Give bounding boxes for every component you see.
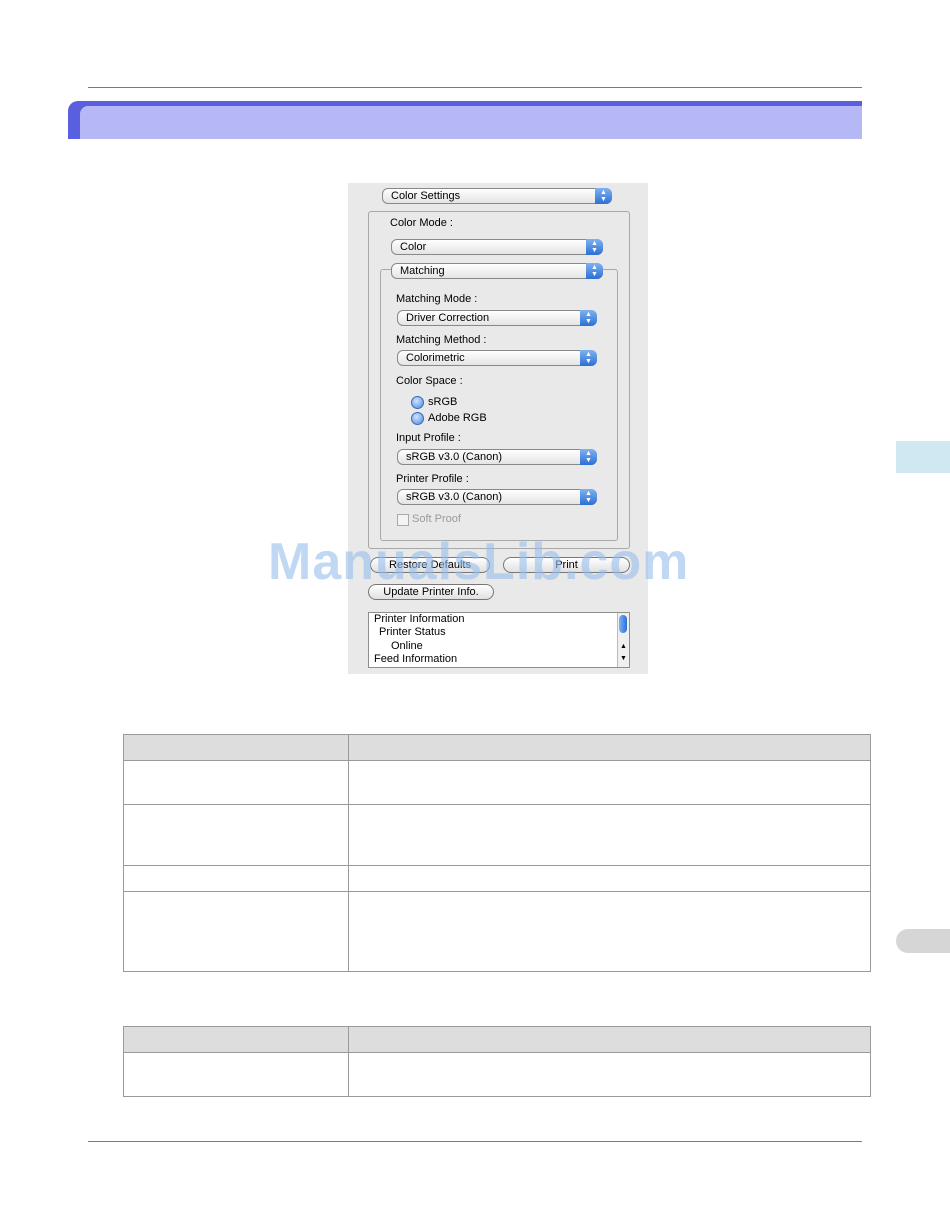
radio-srgb-label: sRGB — [428, 396, 458, 408]
table-header-cell — [348, 1026, 871, 1053]
scroll-up-icon[interactable]: ▲ — [618, 643, 629, 650]
color-mode-value: Color — [400, 241, 427, 253]
footer-rule — [88, 1141, 862, 1142]
input-profile-label: Input Profile : — [396, 432, 461, 444]
table-row — [123, 865, 871, 892]
scroll-down-icon[interactable]: ▼ — [618, 655, 629, 662]
table-header-cell — [123, 734, 349, 761]
matching-mode-label: Matching Mode : — [396, 293, 478, 305]
settings-table-2 — [123, 1026, 871, 1097]
table-row — [123, 760, 871, 805]
list-item[interactable]: Online — [391, 640, 423, 652]
list-item[interactable]: Printer Status — [379, 626, 446, 638]
list-item[interactable]: Printer Information — [374, 613, 464, 625]
radio-srgb[interactable] — [411, 396, 424, 409]
table-header-cell — [123, 1026, 349, 1053]
section-banner-inner — [80, 106, 862, 139]
matching-mode-value: Driver Correction — [406, 312, 490, 324]
panel-popup-label: Color Settings — [391, 190, 461, 202]
color-settings-dialog: Color Settings ▲ ▼ Color Mode : Color ▲ ▼ … — [348, 183, 648, 674]
updown-arrows-icon: ▲ ▼ — [595, 188, 612, 204]
matching-method-value: Colorimetric — [406, 352, 465, 364]
table-cell — [348, 891, 871, 972]
matching-popup[interactable]: Matching ▲ ▼ — [391, 263, 603, 279]
radio-adobe-rgb-label: Adobe RGB — [428, 412, 487, 424]
table-cell — [348, 760, 871, 805]
watermark: ManualsLib.com — [268, 533, 690, 591]
matching-mode-popup[interactable]: Driver Correction ▲ ▼ — [397, 310, 597, 326]
table-cell — [123, 1052, 349, 1097]
table-header-row — [123, 1026, 871, 1053]
table-cell — [123, 804, 349, 866]
side-tab-chapter[interactable] — [896, 441, 950, 473]
input-profile-popup[interactable]: sRGB v3.0 (Canon) ▲ ▼ — [397, 449, 597, 465]
table-header-cell — [348, 734, 871, 761]
input-profile-value: sRGB v3.0 (Canon) — [406, 451, 502, 463]
printer-info-list[interactable]: Printer Information Printer Status Onlin… — [368, 612, 630, 668]
section-banner — [68, 101, 862, 139]
printer-profile-label: Printer Profile : — [396, 473, 469, 485]
table-cell — [348, 804, 871, 866]
printer-profile-popup[interactable]: sRGB v3.0 (Canon) ▲ ▼ — [397, 489, 597, 505]
matching-popup-label: Matching — [400, 265, 445, 277]
printer-profile-value: sRGB v3.0 (Canon) — [406, 491, 502, 503]
panel-popup[interactable]: Color Settings ▲ ▼ — [382, 188, 612, 204]
list-scrollbar[interactable]: ▲ ▼ — [617, 613, 629, 667]
matching-method-popup[interactable]: Colorimetric ▲ ▼ — [397, 350, 597, 366]
table-row — [123, 891, 871, 972]
updown-arrows-icon: ▲ ▼ — [580, 350, 597, 366]
updown-arrows-icon: ▲ ▼ — [586, 239, 603, 255]
scroll-thumb[interactable] — [619, 615, 627, 633]
table-cell — [348, 865, 871, 892]
table-cell — [123, 865, 349, 892]
updown-arrows-icon: ▲ ▼ — [580, 449, 597, 465]
updown-arrows-icon: ▲ ▼ — [586, 263, 603, 279]
color-space-label: Color Space : — [396, 375, 463, 387]
table-cell — [123, 891, 349, 972]
header-rule — [88, 87, 862, 88]
table-header-row — [123, 734, 871, 761]
radio-adobe-rgb[interactable] — [411, 412, 424, 425]
settings-table-1 — [123, 734, 871, 972]
table-cell — [123, 760, 349, 805]
soft-proof-label: Soft Proof — [412, 513, 461, 525]
updown-arrows-icon: ▲ ▼ — [580, 489, 597, 505]
table-row — [123, 804, 871, 866]
side-tab-section[interactable] — [896, 929, 950, 953]
table-cell — [348, 1052, 871, 1097]
matching-method-label: Matching Method : — [396, 334, 487, 346]
updown-arrows-icon: ▲ ▼ — [580, 310, 597, 326]
color-mode-label: Color Mode : — [390, 217, 453, 229]
table-row — [123, 1052, 871, 1097]
soft-proof-checkbox[interactable] — [397, 514, 409, 526]
color-mode-popup[interactable]: Color ▲ ▼ — [391, 239, 603, 255]
list-item[interactable]: Feed Information — [374, 653, 457, 665]
